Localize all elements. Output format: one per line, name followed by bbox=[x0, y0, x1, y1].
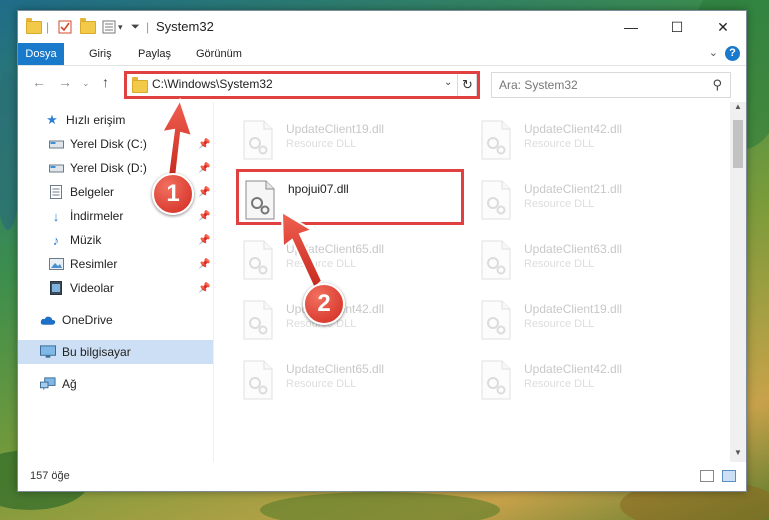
title-bar: | ▾ ⏷ | System32 — ☐ ✕ bbox=[18, 11, 746, 43]
help-icon[interactable]: ? bbox=[725, 46, 740, 61]
explorer-window: | ▾ ⏷ | System32 — ☐ ✕ Dosya Giriş Payla… bbox=[17, 10, 747, 492]
status-bar: 157 öğe bbox=[18, 463, 746, 491]
drive-icon bbox=[48, 160, 64, 176]
sidebar-item-local-disk-c[interactable]: Yerel Disk (C:) 📌 bbox=[18, 132, 213, 156]
folder-icon bbox=[26, 17, 42, 35]
close-button[interactable]: ✕ bbox=[700, 11, 746, 43]
tab-share[interactable]: Paylaş bbox=[138, 43, 171, 65]
list-item[interactable]: UpdateClient42.dll Resource DLL bbox=[472, 116, 702, 170]
chevron-down-icon[interactable]: ▾ bbox=[118, 19, 123, 35]
list-item[interactable]: UpdateClient42.dll Resource DLL bbox=[234, 296, 464, 350]
address-bar-highlight bbox=[124, 71, 480, 99]
sidebar-item-onedrive[interactable]: OneDrive bbox=[18, 308, 213, 332]
sidebar-item-label: Belgeler bbox=[70, 185, 115, 199]
ribbon-tabs: Dosya Giriş Paylaş Görünüm ⌄ ? bbox=[18, 43, 746, 66]
list-item[interactable]: UpdateClient19.dll Resource DLL bbox=[472, 296, 702, 350]
pin-icon[interactable]: 📌 bbox=[198, 187, 210, 198]
sidebar-item-label: Yerel Disk (C:) bbox=[70, 137, 147, 151]
separator: | bbox=[46, 20, 50, 34]
dll-file-icon bbox=[481, 240, 511, 280]
list-item[interactable]: UpdateClient65.dll Resource DLL bbox=[234, 236, 464, 290]
sidebar-item-music[interactable]: ♪ Müzik 📌 bbox=[18, 228, 213, 252]
scroll-down-icon[interactable]: ▼ bbox=[730, 448, 746, 462]
step-2-badge: 2 bbox=[303, 283, 345, 325]
sidebar-item-label: Müzik bbox=[70, 233, 102, 247]
pin-icon[interactable]: 📌 bbox=[198, 139, 210, 150]
sidebar-item-label: OneDrive bbox=[62, 313, 113, 327]
quick-access-dropdown-icon[interactable]: ⏷ bbox=[131, 19, 140, 35]
network-icon bbox=[40, 376, 56, 392]
pin-icon[interactable]: 📌 bbox=[198, 163, 210, 174]
sidebar-item-label: Hızlı erişim bbox=[66, 113, 126, 127]
dll-file-icon bbox=[481, 180, 511, 220]
search-placeholder: Ara: System32 bbox=[499, 78, 578, 92]
step-1-badge: 1 bbox=[152, 173, 194, 215]
sidebar-item-label: İndirmeler bbox=[70, 209, 124, 223]
list-item[interactable]: UpdateClient63.dll Resource DLL bbox=[472, 236, 702, 290]
tab-file[interactable]: Dosya bbox=[18, 43, 64, 65]
documents-icon bbox=[48, 184, 64, 200]
ribbon-expand-icon[interactable]: ⌄ bbox=[709, 46, 718, 59]
music-icon: ♪ bbox=[52, 232, 60, 248]
pin-icon[interactable]: 📌 bbox=[198, 211, 210, 222]
customize-toolbar-icon[interactable] bbox=[102, 19, 116, 35]
star-icon: ★ bbox=[46, 112, 58, 127]
minimize-button[interactable]: — bbox=[608, 11, 654, 43]
dll-file-icon bbox=[243, 240, 273, 280]
pin-icon[interactable]: 📌 bbox=[198, 259, 210, 270]
scroll-up-icon[interactable]: ▲ bbox=[730, 102, 746, 116]
cloud-icon bbox=[40, 312, 56, 328]
list-item[interactable]: UpdateClient21.dll Resource DLL bbox=[472, 176, 702, 230]
item-count: 157 öğe bbox=[30, 470, 70, 482]
sidebar-item-label: Bu bilgisayar bbox=[62, 345, 131, 359]
list-item[interactable]: UpdateClient42.dll Resource DLL bbox=[472, 356, 702, 410]
large-icons-view-icon[interactable] bbox=[722, 470, 736, 482]
sidebar-item-quick-access[interactable]: ★ Hızlı erişim bbox=[18, 108, 213, 132]
properties-icon[interactable] bbox=[58, 19, 72, 35]
dll-file-icon bbox=[481, 120, 511, 160]
dll-file-icon bbox=[481, 360, 511, 400]
sidebar-item-videos[interactable]: Videolar 📌 bbox=[18, 276, 213, 300]
navigation-pane: ★ Hızlı erişim Yerel Disk (C:) 📌 Yerel D… bbox=[18, 102, 214, 462]
dll-file-icon bbox=[243, 300, 273, 340]
recent-locations-icon[interactable]: ⌄ bbox=[82, 78, 90, 89]
sidebar-item-label: Videolar bbox=[70, 281, 114, 295]
list-item[interactable]: UpdateClient65.dll Resource DLL bbox=[234, 356, 464, 410]
vertical-scrollbar[interactable]: ▲ ▼ bbox=[730, 102, 746, 462]
list-item[interactable]: UpdateClient19.dll Resource DLL bbox=[234, 116, 464, 170]
sidebar-item-network[interactable]: Ağ bbox=[18, 372, 213, 396]
sidebar-item-label: Yerel Disk (D:) bbox=[70, 161, 147, 175]
sidebar-item-label: Resimler bbox=[70, 257, 118, 271]
file-list: UpdateClient19.dll Resource DLL hpojui07… bbox=[214, 102, 730, 462]
sidebar-item-pictures[interactable]: Resimler 📌 bbox=[18, 252, 213, 276]
new-folder-icon[interactable] bbox=[80, 17, 96, 35]
videos-icon bbox=[48, 280, 64, 296]
drive-icon bbox=[48, 136, 64, 152]
sidebar-item-label: Ağ bbox=[62, 377, 77, 391]
file-highlight bbox=[236, 169, 464, 225]
downloads-icon: ↓ bbox=[52, 208, 60, 224]
separator: | bbox=[146, 20, 150, 34]
window-title: System32 bbox=[156, 19, 214, 34]
dll-file-icon bbox=[481, 300, 511, 340]
computer-icon bbox=[40, 344, 56, 360]
forward-arrow-icon[interactable]: → bbox=[58, 74, 72, 90]
search-icon[interactable]: ⚲ bbox=[712, 77, 722, 93]
tab-home[interactable]: Giriş bbox=[89, 43, 112, 65]
up-arrow-icon[interactable]: ↑ bbox=[102, 74, 109, 90]
tab-view[interactable]: Görünüm bbox=[196, 43, 242, 65]
pin-icon[interactable]: 📌 bbox=[198, 235, 210, 246]
search-input[interactable]: Ara: System32 ⚲ bbox=[491, 72, 731, 98]
pin-icon[interactable]: 📌 bbox=[198, 283, 210, 294]
back-arrow-icon[interactable]: ← bbox=[32, 74, 46, 90]
pictures-icon bbox=[48, 256, 64, 272]
dll-file-icon bbox=[243, 120, 273, 160]
scroll-thumb[interactable] bbox=[733, 120, 743, 168]
dll-file-icon bbox=[243, 360, 273, 400]
maximize-button[interactable]: ☐ bbox=[654, 11, 700, 43]
sidebar-item-this-pc[interactable]: Bu bilgisayar bbox=[18, 340, 213, 364]
details-view-icon[interactable] bbox=[700, 470, 714, 482]
